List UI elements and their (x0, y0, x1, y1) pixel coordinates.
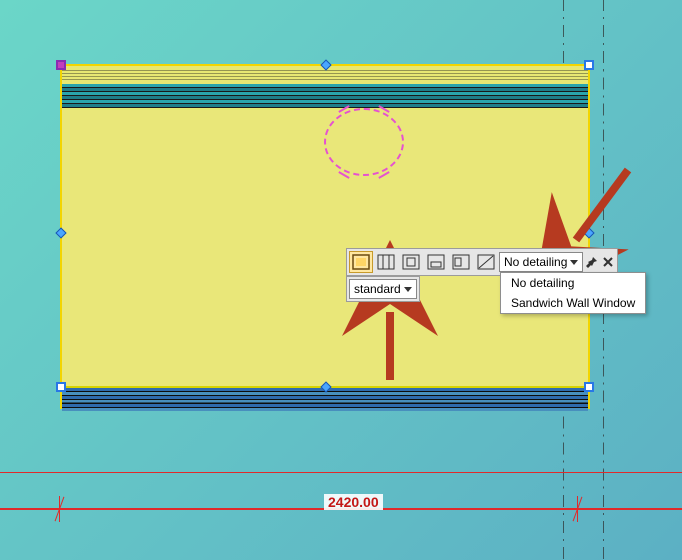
chevron-down-icon (570, 260, 578, 265)
dropdown-option[interactable]: Sandwich Wall Window (501, 293, 645, 313)
opening-mode-square-icon[interactable] (399, 251, 423, 273)
opening-marker[interactable] (324, 108, 404, 176)
handle-corner[interactable] (56, 382, 66, 392)
dimension-tick (570, 502, 584, 516)
detailing-dropdown-menu: No detailing Sandwich Wall Window (500, 272, 646, 314)
wall-edge-hatch (62, 397, 588, 405)
dimension-line (0, 472, 682, 473)
opening-mode-bottom-icon[interactable] (424, 251, 448, 273)
handle-origin[interactable] (56, 60, 66, 70)
standard-dropdown-label: standard (354, 282, 401, 296)
dimension-area: 2420.00 (0, 472, 682, 532)
close-toolbar-icon[interactable] (601, 255, 615, 269)
standard-dropdown[interactable]: standard (349, 279, 417, 299)
viewport[interactable]: 2420.00 (0, 0, 682, 560)
handle-corner[interactable] (584, 60, 594, 70)
dimension-tick (52, 502, 66, 516)
opening-mode-window-icon[interactable] (349, 251, 373, 273)
wall-band-top (62, 84, 588, 108)
dropdown-option[interactable]: No detailing (501, 273, 645, 293)
opening-mode-left-icon[interactable] (449, 251, 473, 273)
detailing-dropdown-label: No detailing (504, 255, 567, 269)
annotation-arrow (368, 300, 418, 393)
chevron-down-icon (404, 287, 412, 292)
opening-mode-triple-icon[interactable] (374, 251, 398, 273)
handle-corner[interactable] (584, 382, 594, 392)
toolbar-row-bottom: standard (346, 276, 420, 302)
opening-mode-diagonal-icon[interactable] (474, 251, 498, 273)
selected-wall-element[interactable] (60, 64, 590, 409)
detailing-dropdown[interactable]: No detailing (499, 252, 583, 272)
wall-edge-hatch (62, 70, 588, 82)
dimension-value[interactable]: 2420.00 (324, 494, 383, 510)
pin-toolbar-icon[interactable] (585, 255, 599, 269)
